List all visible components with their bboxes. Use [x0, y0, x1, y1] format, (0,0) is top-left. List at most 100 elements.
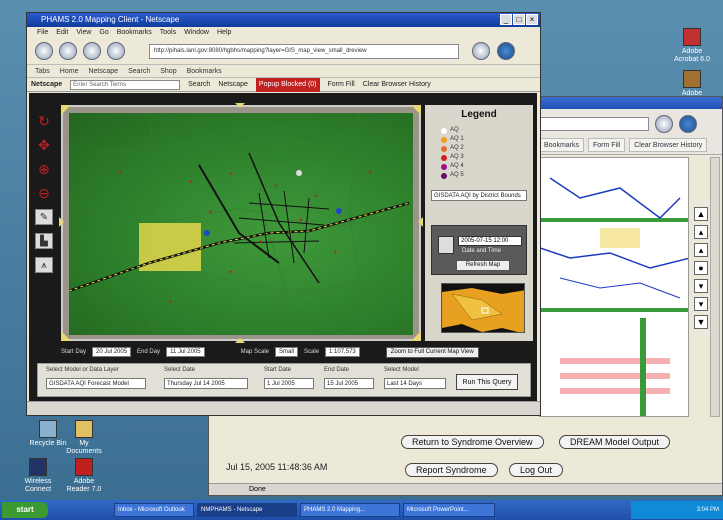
menu-view[interactable]: View — [76, 27, 91, 39]
legend-item: AQ 1 — [425, 135, 533, 144]
overview-minimap[interactable] — [441, 283, 525, 333]
bookmark-search[interactable]: Search — [128, 65, 150, 77]
zoom-in-icon[interactable]: ▴ — [694, 243, 708, 257]
pan-south-icon[interactable] — [235, 333, 245, 343]
desktop-icon-label: Adobe Reader 7.0 — [66, 478, 102, 493]
task-outlook[interactable]: Inbox - Microsoft Outlook — [114, 503, 194, 517]
back-map-image[interactable] — [539, 157, 689, 417]
map-corner-nw[interactable] — [61, 105, 71, 115]
end-day-value[interactable]: 11 Jul 2005 — [166, 347, 205, 357]
refresh-icon[interactable]: ↻ — [35, 113, 53, 129]
task-nmphams[interactable]: NMPHAMS - Netscape — [197, 503, 297, 517]
map-corner-se[interactable] — [411, 331, 421, 341]
map-corner-sw[interactable] — [61, 331, 71, 341]
run-query-button[interactable]: Run This Query — [456, 374, 518, 390]
start-button[interactable]: start — [2, 502, 48, 518]
forward-icon[interactable] — [59, 42, 77, 60]
chart-icon[interactable]: ⩚ — [35, 257, 53, 273]
layer-select[interactable]: GISDATA AQI by District Bounds — [431, 190, 527, 201]
select-date-dropdown[interactable]: Thursday Jul 14 2005 — [164, 378, 248, 389]
menu-window[interactable]: Window — [184, 27, 209, 39]
zoom-out-icon[interactable]: ▾ — [694, 279, 708, 293]
svg-text:●: ● — [259, 239, 262, 245]
start-day-value[interactable]: 20 Jul 2005 — [92, 347, 132, 357]
pan-icon[interactable]: ✥ — [35, 137, 53, 153]
back-icon[interactable] — [35, 42, 53, 60]
zoom-out-icon[interactable]: ⊖ — [35, 185, 53, 201]
pan-east-icon[interactable] — [413, 217, 423, 227]
svg-text:●: ● — [369, 169, 372, 175]
front-statusbar — [27, 401, 540, 415]
stop-icon[interactable] — [107, 42, 125, 60]
map-scale-select[interactable]: Small — [275, 347, 299, 357]
toolbar-clear-history[interactable]: Clear Browser History — [363, 78, 431, 92]
search-go-icon[interactable] — [472, 42, 490, 60]
bookmark-netscape[interactable]: Netscape — [88, 65, 118, 77]
start-date-field[interactable]: 1 Jul 2005 — [264, 378, 314, 389]
back-scrollbar[interactable] — [710, 157, 720, 417]
netscape-menu[interactable]: Netscape — [31, 78, 62, 92]
return-syndrome-button[interactable]: Return to Syndrome Overview — [401, 435, 544, 449]
center-icon[interactable]: ● — [694, 261, 708, 275]
toolbar-search[interactable]: Search — [188, 78, 210, 92]
end-date-field[interactable]: 15 Jul 2005 — [324, 378, 374, 389]
calendar-icon[interactable] — [438, 236, 454, 254]
select-model-dropdown[interactable]: Last 14 Days — [384, 378, 446, 389]
pan-up-icon[interactable]: ▲ — [694, 207, 708, 221]
mapping-client-window[interactable]: PHAMS 2.0 Mapping Client - Netscape _ □ … — [26, 12, 541, 416]
back-reload-icon[interactable] — [655, 115, 673, 133]
date-input[interactable]: 2005-07-15 12:00 — [458, 236, 522, 246]
desktop-icon-acrobat[interactable]: Adobe Acrobat 6.0 — [672, 28, 712, 64]
popup-blocked-badge[interactable]: Popup Blocked (0) — [255, 77, 320, 92]
task-powerpoint[interactable]: Microsoft PowerPoint... — [403, 503, 495, 517]
map-corner-ne[interactable] — [411, 105, 421, 115]
desktop-icon-wireless[interactable]: Wireless Connect — [18, 458, 58, 494]
toolbar-netscape[interactable]: Netscape — [218, 78, 248, 92]
legend-swatch — [441, 163, 447, 170]
pan-down-icon[interactable]: ▼ — [694, 315, 708, 329]
dream-output-button[interactable]: DREAM Model Output — [559, 435, 671, 449]
zoom-full-view-button[interactable]: Zoom to Full Current Map View — [385, 346, 479, 358]
bookmark-shop[interactable]: Shop — [160, 65, 176, 77]
desktop-icon-documents[interactable]: My Documents — [64, 420, 104, 456]
aqi-map[interactable]: ● ● ● ● ● ● ● ● ● ● ● ● — [69, 113, 413, 335]
url-input[interactable]: http://pihals.lanl.gov:8080/hgbhs/mappin… — [149, 44, 459, 59]
menu-go[interactable]: Go — [99, 27, 108, 39]
back-tab-form-fill[interactable]: Form Fill — [588, 138, 626, 152]
pan-north-icon[interactable] — [235, 103, 245, 113]
pan-up-small-icon[interactable]: ▴ — [694, 225, 708, 239]
desktop-icon-reader7[interactable]: Adobe Reader 7.0 — [64, 458, 104, 494]
bookmark-home[interactable]: Home — [60, 65, 79, 77]
bookmark-tabs[interactable]: Tabs — [35, 65, 50, 77]
model-layer-select[interactable]: GISDATA AQI Forecast Model — [46, 378, 146, 389]
search-input[interactable]: Enter Search Terms — [70, 79, 181, 90]
report-syndrome-button[interactable]: Report Syndrome — [405, 463, 498, 477]
zoom-in-icon[interactable]: ⊕ — [35, 161, 53, 177]
back-url-field[interactable] — [539, 117, 649, 131]
back-tab-clear-history[interactable]: Clear Browser History — [629, 138, 708, 152]
mapping-window-titlebar[interactable]: PHAMS 2.0 Mapping Client - Netscape _ □ … — [27, 13, 540, 27]
task-mapping-client[interactable]: PHAMS 2.0 Mapping... — [300, 503, 400, 517]
refresh-map-button[interactable]: Refresh Map — [456, 260, 510, 271]
menu-tools[interactable]: Tools — [160, 27, 176, 39]
desktop-icon-recycle[interactable]: Recycle Bin — [28, 420, 68, 448]
minimize-icon[interactable]: _ — [500, 14, 512, 25]
pan-west-icon[interactable] — [59, 217, 69, 227]
reload-icon[interactable] — [83, 42, 101, 60]
histogram-icon[interactable]: ▙ — [35, 233, 53, 249]
close-icon[interactable]: × — [526, 14, 538, 25]
menu-file[interactable]: File — [37, 27, 48, 39]
bookmarks-bar: Tabs Home Netscape Search Shop Bookmarks — [27, 65, 540, 78]
maximize-icon[interactable]: □ — [513, 14, 525, 25]
logout-button[interactable]: Log Out — [509, 463, 564, 477]
menu-help[interactable]: Help — [217, 27, 231, 39]
bookmark-bookmarks[interactable]: Bookmarks — [187, 65, 222, 77]
date-time-label: Date and Time — [462, 248, 502, 254]
back-tab-bookmarks[interactable]: Bookmarks — [539, 138, 585, 152]
menu-edit[interactable]: Edit — [56, 27, 68, 39]
pan-down-small-icon[interactable]: ▾ — [694, 297, 708, 311]
menu-bookmarks[interactable]: Bookmarks — [117, 27, 152, 39]
toolbar-form-fill[interactable]: Form Fill — [328, 78, 355, 92]
identify-icon[interactable]: ✎ — [35, 209, 53, 225]
svg-text:●: ● — [189, 179, 192, 185]
